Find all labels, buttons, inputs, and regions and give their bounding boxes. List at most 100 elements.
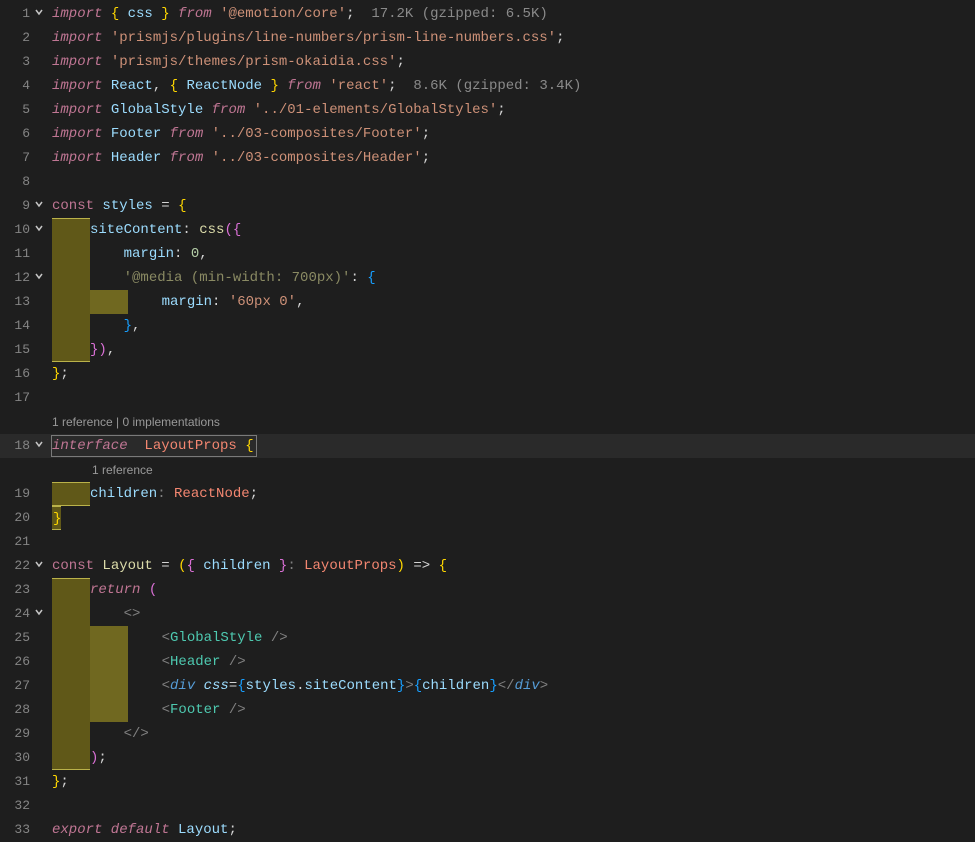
code-line[interactable]: 6 import Footer from '../03-composites/Fo… [0,122,975,146]
line-number: 10 [0,218,30,242]
line-number: 23 [0,578,30,602]
line-number: 4 [0,74,30,98]
code-content[interactable]: '@media (min-width: 700px)': { [48,266,376,290]
fold-icon[interactable] [30,194,48,218]
fold-icon [30,794,48,818]
code-content[interactable]: const Layout = ({ children }: LayoutProp… [48,554,447,578]
code-line[interactable]: 5 import GlobalStyle from '../01-elements… [0,98,975,122]
code-line[interactable]: 13 margin: '60px 0', [0,290,975,314]
code-content[interactable]: </> [48,722,149,746]
code-line[interactable]: 3import 'prismjs/themes/prism-okaidia.cs… [0,50,975,74]
fold-icon [30,818,48,842]
code-line[interactable]: 30); [0,746,975,770]
line-number: 5 [0,98,30,122]
line-number: 31 [0,770,30,794]
code-content[interactable]: import 'prismjs/plugins/line-numbers/pri… [48,26,565,50]
code-line[interactable]: 23 return ( [0,578,975,602]
code-line[interactable]: 16}; [0,362,975,386]
code-line[interactable]: 28 <Footer /> [0,698,975,722]
line-number: 14 [0,314,30,338]
code-line[interactable]: 15}), [0,338,975,362]
code-line[interactable]: 29 </> [0,722,975,746]
code-line[interactable]: 17 [0,386,975,410]
code-content[interactable]: siteContent: css({ [48,218,241,242]
code-line[interactable]: 2import 'prismjs/plugins/line-numbers/pr… [0,26,975,50]
line-number: 24 [0,602,30,626]
codelens[interactable]: 1 reference [48,459,153,481]
code-line[interactable]: 26 <Header /> [0,650,975,674]
fold-icon[interactable] [30,554,48,578]
line-number: 18 [0,434,30,458]
code-line[interactable]: 8 [0,170,975,194]
code-content[interactable]: }), [48,338,115,362]
fold-icon[interactable] [30,218,48,242]
code-content[interactable]: return ( [48,578,157,602]
code-line[interactable]: 9const styles = { [0,194,975,218]
code-line[interactable]: 12 '@media (min-width: 700px)': { [0,266,975,290]
code-content[interactable]: <> [48,602,140,626]
code-line[interactable]: 27 <div css={styles.siteContent}>{childr… [0,674,975,698]
code-line[interactable]: 32 [0,794,975,818]
line-number: 19 [0,482,30,506]
fold-icon[interactable] [30,434,48,458]
fold-icon [30,314,48,338]
code-line[interactable]: 24 <> [0,602,975,626]
code-content[interactable]: <GlobalStyle /> [48,626,288,650]
code-content[interactable]: interface LayoutProps { [48,434,254,458]
code-content[interactable]: import Header from '../03-composites/Hea… [48,146,430,170]
fold-icon[interactable] [30,266,48,290]
code-content[interactable]: margin: 0, [48,242,208,266]
code-line[interactable]: 21 [0,530,975,554]
code-editor[interactable]: 1import { css } from '@emotion/core'; 17… [0,0,975,842]
code-content[interactable]: import { css } from '@emotion/core'; 17.… [48,2,548,26]
code-line[interactable]: 25 <GlobalStyle /> [0,626,975,650]
code-content[interactable]: }; [48,362,69,386]
line-number: 17 [0,386,30,410]
codelens[interactable]: 1 reference | 0 implementations [48,411,220,433]
line-number: 33 [0,818,30,842]
code-content[interactable]: import React, { ReactNode } from 'react'… [48,74,581,98]
fold-icon[interactable] [30,602,48,626]
line-number: 22 [0,554,30,578]
code-content[interactable]: margin: '60px 0', [48,290,304,314]
fold-icon [30,242,48,266]
code-content[interactable]: import GlobalStyle from '../01-elements/… [48,98,506,122]
fold-icon [30,26,48,50]
code-content[interactable]: import Footer from '../03-composites/Foo… [48,122,430,146]
code-line[interactable]: 11 margin: 0, [0,242,975,266]
line-number: 32 [0,794,30,818]
fold-icon [30,578,48,602]
line-number: 25 [0,626,30,650]
code-line[interactable]: 1import { css } from '@emotion/core'; 17… [0,2,975,26]
code-line[interactable]: 7import Header from '../03-composites/He… [0,146,975,170]
code-content[interactable]: <div css={styles.siteContent}>{children}… [48,674,548,698]
code-line[interactable]: 14 }, [0,314,975,338]
code-line[interactable]: 4 import React, { ReactNode } from 'react… [0,74,975,98]
line-number: 11 [0,242,30,266]
code-content[interactable]: } [48,506,61,530]
fold-icon [30,674,48,698]
code-content[interactable]: const styles = { [48,194,186,218]
code-content[interactable]: }; [48,770,69,794]
code-line[interactable]: 19 children: ReactNode; [0,482,975,506]
code-content[interactable]: <Header /> [48,650,246,674]
line-number: 16 [0,362,30,386]
code-content[interactable]: children: ReactNode; [48,482,258,506]
code-line[interactable]: 10 siteContent: css({ [0,218,975,242]
code-line[interactable]: 20} [0,506,975,530]
code-content[interactable]: ); [48,746,107,770]
line-number: 30 [0,746,30,770]
line-number: 6 [0,122,30,146]
code-line[interactable]: 18 interface LayoutProps { [0,434,975,458]
code-line[interactable]: 31}; [0,770,975,794]
fold-icon[interactable] [30,2,48,26]
line-number: 13 [0,290,30,314]
code-content[interactable]: <Footer /> [48,698,246,722]
code-content[interactable]: import 'prismjs/themes/prism-okaidia.css… [48,50,405,74]
fold-icon [30,722,48,746]
code-content[interactable]: export default Layout; [48,818,237,842]
code-line[interactable]: 22 const Layout = ({ children }: LayoutPr… [0,554,975,578]
code-content[interactable]: }, [48,314,140,338]
code-line[interactable]: 33 export default Layout; [0,818,975,842]
fold-icon [30,626,48,650]
